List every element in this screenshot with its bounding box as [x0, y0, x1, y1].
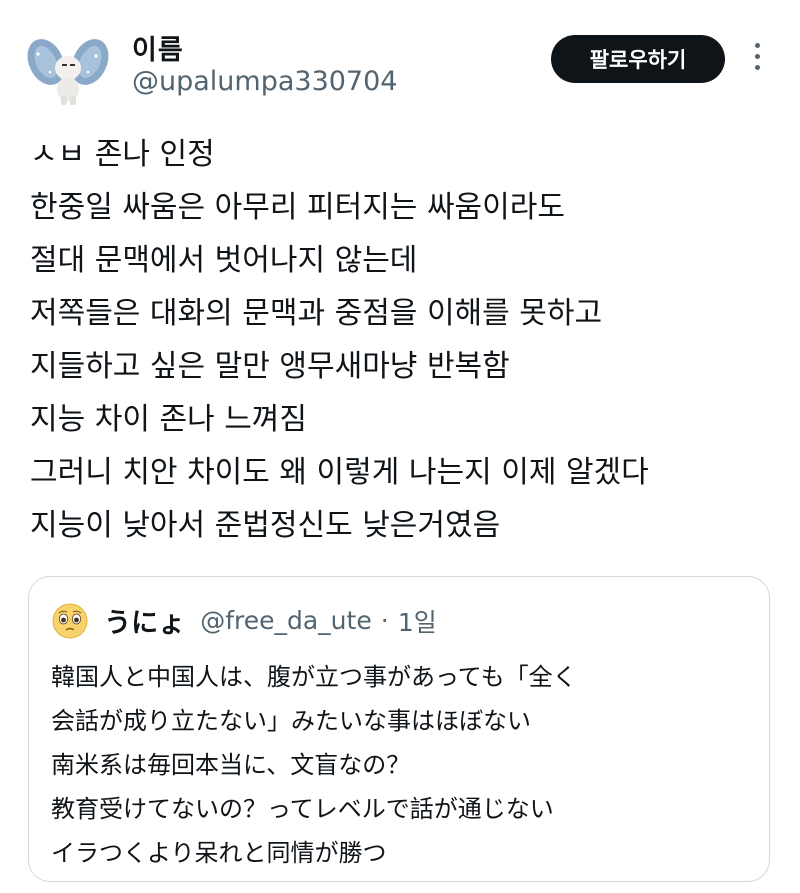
dot [754, 43, 760, 48]
quoted-line: 南米系は毎回本当に、文盲なの？ [51, 751, 411, 779]
pleading-face-emoji-icon[interactable] [51, 602, 89, 640]
author-handle[interactable]: @upalumpa330704 [132, 66, 397, 97]
quoted-tweet-header: うにょ @free_da_ute · 1일 [51, 601, 437, 641]
tweet-line: 지들하고 싶은 말만 앵무새마냥 반복함 [30, 349, 510, 384]
separator-dot: · [380, 606, 389, 635]
tweet-text: ㅅㅂ 존나 인정 한중일 싸움은 아무리 피터지는 싸움이라도 절대 문맥에서 … [30, 128, 780, 552]
dot [754, 65, 760, 70]
follow-button[interactable]: 팔로우하기 [551, 35, 725, 83]
tweet-line: 지능 차이 존나 느껴짐 [30, 402, 308, 437]
quoted-author-name[interactable]: うにょ [104, 601, 185, 640]
tweet-line: 절대 문맥에서 벗어나지 않는데 [30, 243, 418, 278]
quoted-timestamp[interactable]: 1일 [398, 603, 437, 639]
quoted-tweet-text: 韓国人と中国人は、腹が立つ事があっても「全く 会話が成り立たない」みたいな事はほ… [51, 655, 761, 875]
quoted-author-handle[interactable]: @free_da_ute [200, 606, 372, 635]
quoted-line: 会話が成り立たない」みたいな事はほぼない [51, 707, 531, 735]
three-dots-vertical-icon[interactable] [745, 40, 769, 76]
quoted-line: イラつくより呆れと同情が勝つ [51, 839, 387, 867]
tweet-line: 지능이 낮아서 준법정신도 낮은거였음 [30, 508, 501, 543]
bunny-character-avatar-icon[interactable] [26, 32, 110, 106]
quoted-line: 韓国人と中国人は、腹が立つ事があっても「全く [51, 663, 577, 691]
tweet-line: 한중일 싸움은 아무리 피터지는 싸움이라도 [30, 190, 565, 225]
dot [754, 54, 760, 59]
tweet-line: ㅅㅂ 존나 인정 [30, 137, 215, 172]
author-name[interactable]: 이름 [132, 28, 184, 67]
tweet-line: 저쪽들은 대화의 문맥과 중점을 이해를 못하고 [30, 296, 603, 331]
quoted-line: 教育受けてないの？ってレベルで話が通じない [51, 795, 554, 823]
quoted-tweet-card[interactable]: うにょ @free_da_ute · 1일 韓国人と中国人は、腹が立つ事があって… [28, 576, 770, 882]
tweet-line: 그러니 치안 차이도 왜 이렇게 나는지 이제 알겠다 [30, 455, 649, 490]
tweet-header: 이름 @upalumpa330704 팔로우하기 [0, 0, 800, 120]
